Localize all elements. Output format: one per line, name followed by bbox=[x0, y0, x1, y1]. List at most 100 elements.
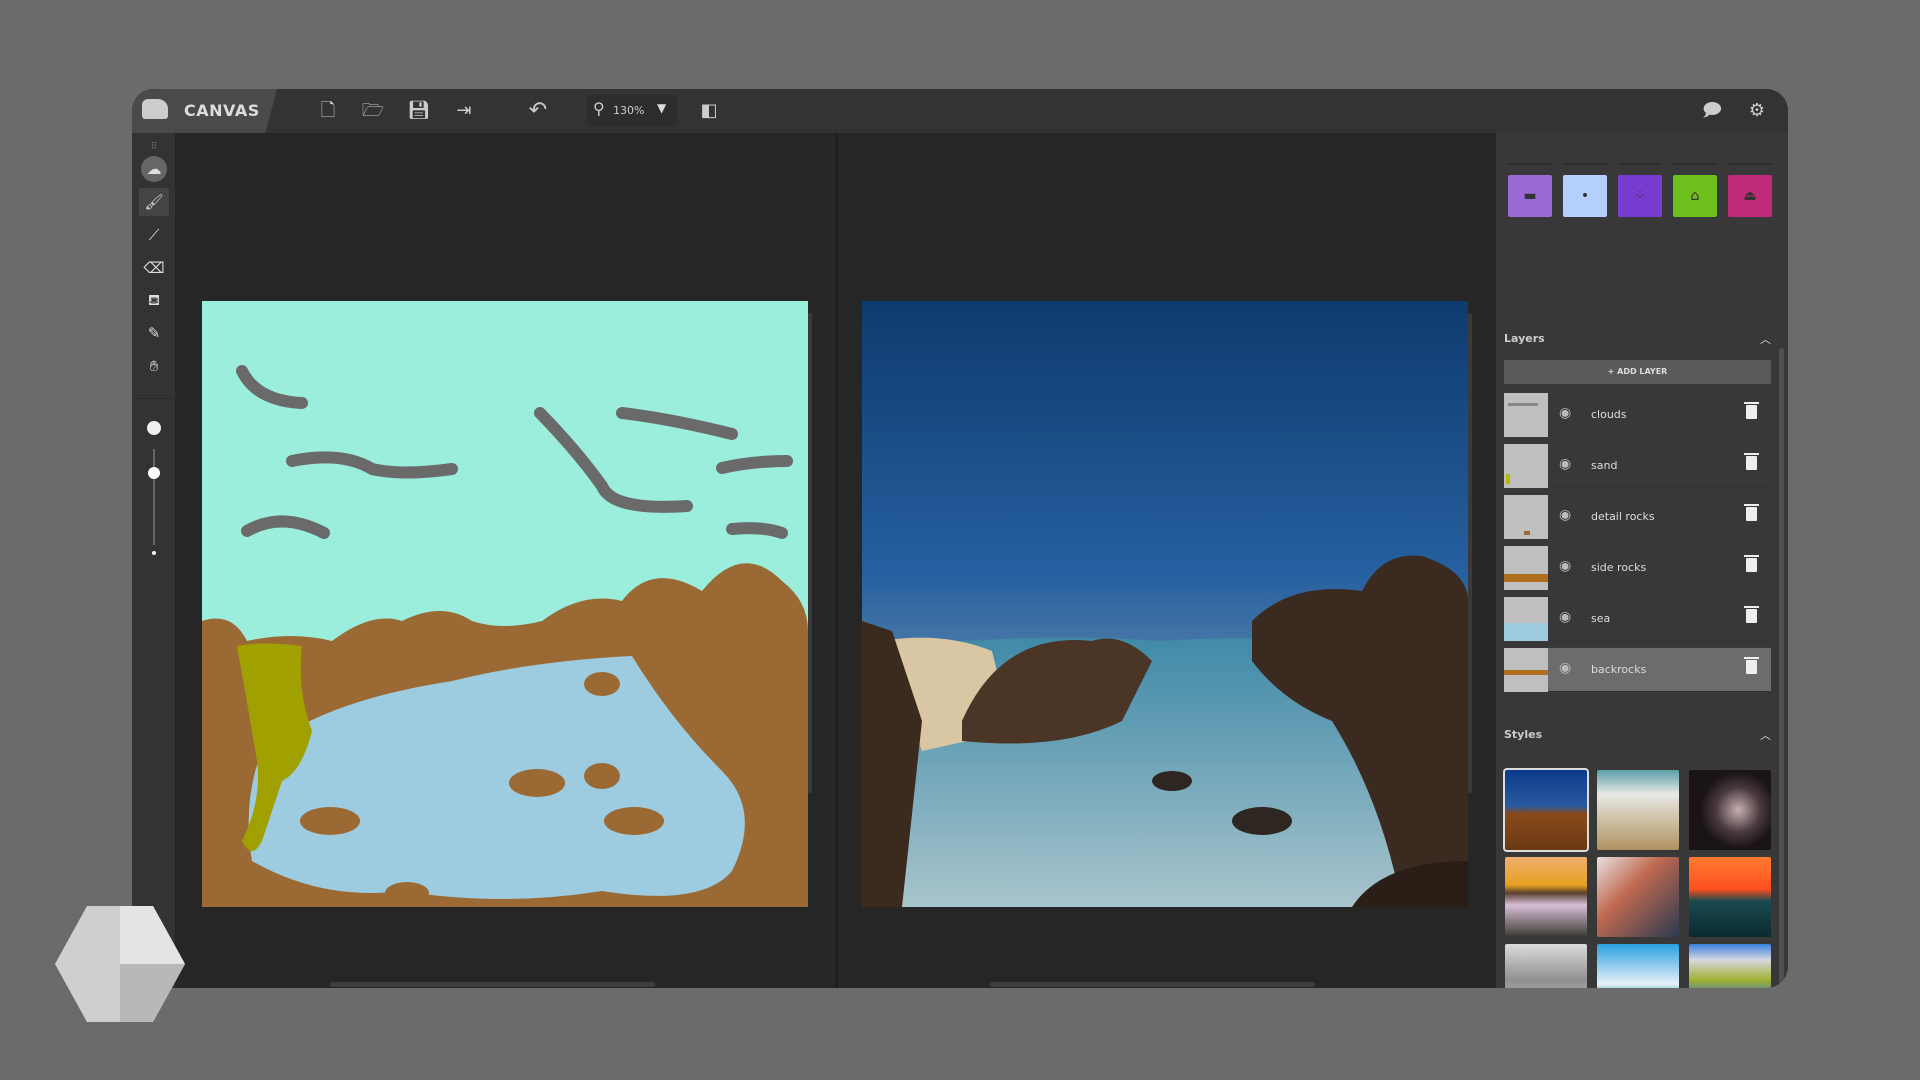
fog-icon: ▬ bbox=[1523, 188, 1537, 204]
trash-icon[interactable] bbox=[1744, 555, 1759, 572]
segmentation-canvas[interactable] bbox=[202, 301, 808, 907]
layer-row-detail-rocks[interactable]: ◉ detail rocks bbox=[1504, 495, 1771, 539]
layer-name: clouds bbox=[1591, 408, 1627, 421]
settings-icon[interactable]: ⚙ bbox=[1745, 99, 1769, 123]
trash-icon[interactable] bbox=[1744, 453, 1759, 470]
right-vertical-scrollbar[interactable] bbox=[1468, 313, 1472, 793]
house-icon: ⌂ bbox=[1690, 188, 1700, 204]
material-swatch-house[interactable]: ⌂ bbox=[1673, 175, 1717, 217]
style-thumbnail[interactable] bbox=[1503, 768, 1589, 852]
collapse-styles-chevron-icon[interactable]: ︿ bbox=[1760, 727, 1771, 743]
layer-thumbnail bbox=[1504, 444, 1548, 488]
eye-icon[interactable]: ◉ bbox=[1559, 660, 1571, 676]
trash-icon[interactable] bbox=[1744, 657, 1759, 674]
right-horizontal-scrollbar[interactable] bbox=[990, 982, 1315, 987]
brand: CANVAS bbox=[132, 89, 277, 133]
nvidia-logo-icon bbox=[142, 99, 168, 119]
layer-row-clouds[interactable]: ◉ clouds bbox=[1504, 393, 1771, 437]
top-toolbar: CANVAS 🗋 🗁 💾︎ ⇥ ↶ ⚲ 130% ▼ ◧ 🗩 ⚙ bbox=[132, 89, 1788, 133]
layer-thumbnail bbox=[1504, 495, 1548, 539]
export-icon[interactable]: ⇥ bbox=[452, 99, 476, 123]
open-folder-icon[interactable]: 🗁 bbox=[361, 99, 385, 123]
style-thumbnail[interactable] bbox=[1505, 944, 1587, 988]
eye-icon[interactable]: ◉ bbox=[1559, 507, 1571, 523]
add-layer-button[interactable]: + ADD LAYER bbox=[1504, 360, 1771, 384]
panel-scrollbar[interactable] bbox=[1779, 348, 1784, 988]
style-thumbnail[interactable] bbox=[1597, 857, 1679, 937]
swatch-underline bbox=[1728, 163, 1772, 165]
platform-icon: ⏏ bbox=[1743, 188, 1757, 204]
feedback-icon[interactable]: 🗩 bbox=[1700, 99, 1724, 123]
zoom-select[interactable]: ⚲ 130% ▼ bbox=[587, 95, 677, 127]
left-vertical-scrollbar[interactable] bbox=[808, 313, 812, 793]
layer-row-side-rocks[interactable]: ◉ side rocks bbox=[1504, 546, 1771, 590]
layout-toggle-icon[interactable]: ◧ bbox=[697, 99, 721, 123]
material-swatch-stars[interactable]: ⁘ bbox=[1618, 175, 1662, 217]
cloud-icon: ☁ bbox=[141, 156, 167, 182]
swatch-underline bbox=[1673, 163, 1717, 165]
output-image bbox=[862, 301, 1468, 907]
layer-row-sea[interactable]: ◉ sea bbox=[1504, 597, 1771, 641]
layer-name: sand bbox=[1591, 459, 1618, 472]
style-thumbnail[interactable] bbox=[1597, 770, 1679, 850]
swatch-underline bbox=[1508, 163, 1552, 165]
watermark-cube-logo bbox=[55, 906, 185, 1022]
chevron-down-icon: ▼ bbox=[657, 101, 667, 115]
zoom-icon: ⚲ bbox=[593, 99, 605, 118]
left-horizontal-scrollbar[interactable] bbox=[330, 982, 655, 987]
eye-icon[interactable]: ◉ bbox=[1559, 558, 1571, 574]
style-thumbnail[interactable] bbox=[1597, 944, 1679, 988]
eyedropper-icon[interactable]: ✎ bbox=[139, 319, 169, 347]
brush-size-slider[interactable] bbox=[153, 449, 155, 545]
canvas-area bbox=[175, 133, 1496, 988]
styles-title: Styles bbox=[1504, 728, 1543, 741]
layer-thumbnail bbox=[1504, 393, 1548, 437]
material-swatch-platform[interactable]: ⏏ bbox=[1728, 175, 1772, 217]
style-thumbnail[interactable] bbox=[1689, 857, 1771, 937]
layer-row-backrocks[interactable]: ◉ backrocks bbox=[1504, 648, 1771, 692]
hand-icon[interactable]: ✋︎ bbox=[139, 352, 169, 380]
zoom-value: 130% bbox=[613, 104, 645, 117]
eraser-icon[interactable]: ⌫ bbox=[139, 254, 169, 282]
layer-thumbnail bbox=[1504, 546, 1548, 590]
collapse-layers-chevron-icon[interactable]: ︿ bbox=[1760, 331, 1771, 347]
swatch-underline bbox=[1563, 163, 1607, 165]
app-window: CANVAS 🗋 🗁 💾︎ ⇥ ↶ ⚲ 130% ▼ ◧ 🗩 ⚙ ⠿ ☁ 🖌︎ … bbox=[132, 89, 1788, 988]
eye-icon[interactable]: ◉ bbox=[1559, 456, 1571, 472]
style-thumbnail[interactable] bbox=[1505, 857, 1587, 937]
eye-icon[interactable]: ◉ bbox=[1559, 609, 1571, 625]
material-brush-button[interactable]: ☁ bbox=[139, 155, 169, 183]
line-icon[interactable]: ⟋ bbox=[139, 221, 169, 249]
style-thumbnail[interactable] bbox=[1689, 944, 1771, 988]
swatch-underline bbox=[1618, 163, 1662, 165]
brush-size-min-icon bbox=[152, 551, 156, 555]
layers-title: Layers bbox=[1504, 332, 1545, 345]
fill-bucket-icon[interactable]: ⛾ bbox=[139, 286, 169, 314]
trash-icon[interactable] bbox=[1744, 504, 1759, 521]
undo-icon[interactable]: ↶ bbox=[526, 99, 550, 123]
right-panel: ▬ • ⁘ ⌂ ⏏ Layers ︿ + ADD LAYER ◉ clouds ◉ sand ◉… bbox=[1496, 133, 1788, 988]
divider bbox=[132, 398, 175, 399]
material-swatch-fog[interactable]: ▬ bbox=[1508, 175, 1552, 217]
snow-icon: • bbox=[1580, 188, 1590, 204]
eye-icon[interactable]: ◉ bbox=[1559, 405, 1571, 421]
layer-thumbnail bbox=[1504, 648, 1548, 692]
brush-size-max-icon bbox=[147, 421, 161, 435]
save-icon[interactable]: 💾︎ bbox=[407, 99, 431, 123]
brush-icon[interactable]: 🖌︎ bbox=[139, 188, 169, 216]
trash-icon[interactable] bbox=[1744, 606, 1759, 623]
tool-sidebar: ⠿ ☁ 🖌︎ ⟋ ⌫ ⛾ ✎ ✋︎ bbox=[132, 133, 175, 988]
split-divider[interactable] bbox=[836, 133, 838, 988]
app-title: CANVAS bbox=[184, 101, 260, 120]
layer-thumbnail bbox=[1504, 597, 1548, 641]
layer-name: detail rocks bbox=[1591, 510, 1655, 523]
material-swatch-snow[interactable]: • bbox=[1563, 175, 1607, 217]
layer-row-sand[interactable]: ◉ sand bbox=[1504, 444, 1771, 488]
brush-size-handle[interactable] bbox=[148, 467, 160, 479]
style-thumbnail[interactable] bbox=[1689, 770, 1771, 850]
stars-icon: ⁘ bbox=[1634, 188, 1646, 204]
layer-name: backrocks bbox=[1591, 663, 1647, 676]
new-file-icon[interactable]: 🗋 bbox=[316, 99, 340, 123]
trash-icon[interactable] bbox=[1744, 402, 1759, 419]
layer-name: side rocks bbox=[1591, 561, 1647, 574]
